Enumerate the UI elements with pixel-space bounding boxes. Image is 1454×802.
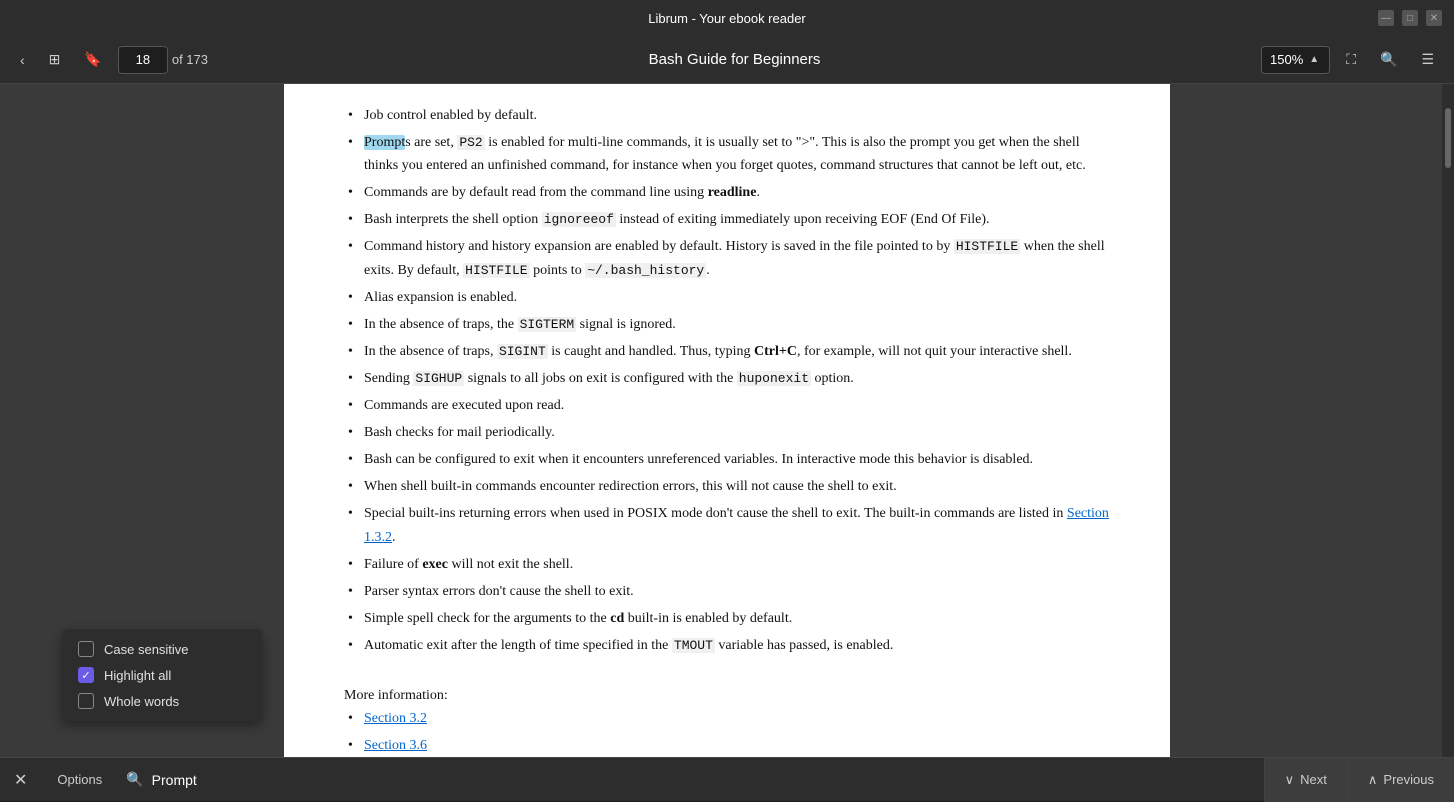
highlight-all-option[interactable]: Highlight all [78, 667, 246, 683]
highlight-all-checkbox[interactable] [78, 667, 94, 683]
app-title: Librum - Your ebook reader [648, 11, 806, 26]
highlight-prompts: Prompt [364, 135, 405, 150]
options-button[interactable]: Options [41, 758, 118, 802]
previous-button[interactable]: ∧ Previous [1347, 758, 1454, 802]
whole-words-label: Whole words [104, 694, 179, 709]
bookmark-button[interactable]: 🔖 [76, 45, 109, 74]
list-item: Sending SIGHUP signals to all jobs on ex… [344, 367, 1110, 390]
section-1-3-2-link[interactable]: Section 1.3.2 [364, 506, 1109, 544]
list-item: In the absence of traps, the SIGTERM sig… [344, 313, 1110, 336]
next-label: Next [1300, 772, 1327, 787]
list-item: In the absence of traps, SIGINT is caugh… [344, 340, 1110, 363]
menu-button[interactable]: ☰ [1413, 45, 1442, 74]
scrollbar-thumb[interactable] [1445, 108, 1451, 168]
list-item: Job control enabled by default. [344, 104, 1110, 127]
case-sensitive-option[interactable]: Case sensitive [78, 641, 246, 657]
list-item: Special built-ins returning errors when … [344, 502, 1110, 548]
page-navigation: of 173 [118, 46, 208, 74]
back-button[interactable]: ‹ [12, 46, 33, 74]
list-item: Failure of exec will not exit the shell. [344, 553, 1110, 576]
close-search-button[interactable]: ✕ [0, 758, 41, 802]
list-item: Bash can be configured to exit when it e… [344, 448, 1110, 471]
list-item: Alias expansion is enabled. [344, 286, 1110, 309]
zoom-up-button[interactable]: ▲ [1307, 54, 1321, 65]
case-sensitive-label: Case sensitive [104, 642, 189, 657]
search-button[interactable]: 🔍 [1372, 45, 1405, 74]
search-icon: 🔍 [126, 771, 143, 788]
panel-toggle-button[interactable]: ⊞ [41, 45, 69, 74]
list-item: Command history and history expansion ar… [344, 235, 1110, 281]
toolbar-center: Bash Guide for Beginners [216, 51, 1253, 68]
close-button[interactable]: ✕ [1426, 10, 1442, 26]
toolbar-right: 150% ▲ ⛶ 🔍 ☰ [1261, 45, 1442, 74]
highlight-all-label: Highlight all [104, 668, 171, 683]
whole-words-checkbox[interactable] [78, 693, 94, 709]
search-input[interactable] [152, 772, 1256, 788]
section-3-2-link[interactable]: Section 3.2 [364, 711, 427, 726]
section-3-6-link[interactable]: Section 3.6 [364, 738, 427, 753]
list-item: Section 3.6 [344, 734, 1110, 757]
next-button[interactable]: ∨ Next [1264, 758, 1347, 802]
list-item: Commands are by default read from the co… [344, 181, 1110, 204]
list-item: Automatic exit after the length of time … [344, 634, 1110, 657]
list-item: Commands are executed upon read. [344, 394, 1110, 417]
prev-arrow-icon: ∧ [1368, 772, 1378, 788]
book-title: Bash Guide for Beginners [649, 51, 821, 68]
list-item: When shell built-in commands encounter r… [344, 475, 1110, 498]
options-label: Options [57, 772, 102, 787]
title-bar: Librum - Your ebook reader — □ ✕ [0, 0, 1454, 36]
scrollbar[interactable] [1442, 84, 1454, 757]
search-options-popup: Case sensitive Highlight all Whole words [62, 629, 262, 721]
zoom-level: 150% [1270, 52, 1303, 67]
prev-label: Previous [1383, 772, 1434, 787]
list-item: Section 3.2 [344, 707, 1110, 730]
search-input-wrap: 🔍 [118, 771, 1263, 788]
list-item: Bash interprets the shell option ignoree… [344, 208, 1110, 231]
minimize-button[interactable]: — [1378, 10, 1394, 26]
fullscreen-button[interactable]: ⛶ [1338, 45, 1364, 74]
window-controls: — □ ✕ [1378, 0, 1442, 36]
content-text: Job control enabled by default. Prompts … [344, 104, 1110, 757]
more-info-label: More information: [344, 684, 1110, 707]
whole-words-option[interactable]: Whole words [78, 693, 246, 709]
maximize-button[interactable]: □ [1402, 10, 1418, 26]
list-item: Parser syntax errors don't cause the she… [344, 580, 1110, 603]
toolbar: ‹ ⊞ 🔖 of 173 Bash Guide for Beginners 15… [0, 36, 1454, 84]
bottom-search-bar: ✕ Options 🔍 ∨ Next ∧ Previous [0, 757, 1454, 801]
page-total: of 173 [172, 52, 208, 67]
zoom-control: 150% ▲ [1261, 46, 1330, 74]
book-page: Job control enabled by default. Prompts … [284, 84, 1170, 757]
list-item: Simple spell check for the arguments to … [344, 607, 1110, 630]
list-item: Bash checks for mail periodically. [344, 421, 1110, 444]
page-number-input[interactable] [118, 46, 168, 74]
list-item: Prompts are set, PS2 is enabled for mult… [344, 131, 1110, 177]
case-sensitive-checkbox[interactable] [78, 641, 94, 657]
next-arrow-icon: ∨ [1285, 772, 1295, 788]
